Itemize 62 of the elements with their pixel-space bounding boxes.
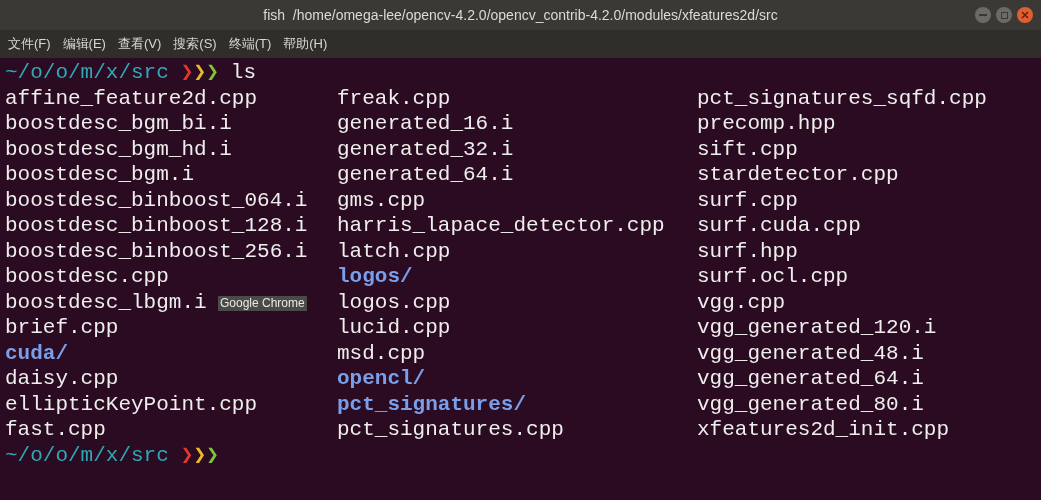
file-name: generated_64.i: [337, 162, 514, 188]
prompt-path: ~/o/o/m/x/src: [5, 60, 169, 86]
file-name: vgg_generated_64.i: [697, 366, 924, 392]
directory-name: logos/: [337, 264, 413, 290]
file-name: brief.cpp: [5, 315, 119, 341]
file-name: generated_32.i: [337, 136, 514, 162]
minimize-icon[interactable]: [975, 7, 991, 23]
menu-item[interactable]: 帮助(H): [283, 34, 328, 54]
tooltip: Google Chrome: [218, 296, 307, 311]
window-title: fish /home/omega-lee/opencv-4.2.0/opencv_contrib-4.2.0/modules/xfeatures2d/src: [263, 5, 778, 25]
menu-item[interactable]: 终端(T): [228, 34, 272, 54]
file-name: boostdesc_bgm_hd.i: [5, 136, 232, 162]
file-name: boostdesc.cpp: [5, 264, 169, 290]
file-name: vgg_generated_80.i: [697, 391, 924, 417]
file-name: latch.cpp: [337, 238, 451, 264]
file-name: harris_lapace_detector.cpp: [337, 213, 665, 239]
file-name: pct_signatures_sqfd.cpp: [697, 85, 987, 111]
maximize-icon[interactable]: [996, 7, 1012, 23]
file-name: generated_16.i: [337, 111, 514, 137]
prompt-arrow: ❯: [193, 442, 207, 468]
file-name: boostdesc_bgm.i: [5, 162, 195, 188]
file-name: xfeatures2d_init.cpp: [697, 417, 950, 443]
file-name: fast.cpp: [5, 417, 106, 443]
file-name: boostdesc_binboost_128.i: [5, 213, 308, 239]
directory-name: opencl/: [337, 366, 426, 392]
prompt-arrow: ❯: [206, 60, 219, 86]
menu-item[interactable]: 编辑(E): [62, 34, 106, 54]
file-name: sift.cpp: [697, 136, 798, 162]
close-icon[interactable]: [1017, 7, 1033, 23]
file-name: vgg_generated_48.i: [697, 340, 924, 366]
file-name: daisy.cpp: [5, 366, 119, 392]
file-name: vgg_generated_120.i: [697, 315, 937, 341]
file-name: surf.cpp: [697, 187, 798, 213]
file-name: surf.hpp: [697, 238, 798, 264]
file-name: boostdesc_lbgm.i: [5, 289, 207, 315]
file-name: lucid.cpp: [337, 315, 451, 341]
menu-item[interactable]: 查看(V): [117, 34, 162, 54]
file-name: logos.cpp: [337, 289, 451, 315]
file-name: ellipticKeyPoint.cpp: [5, 391, 258, 417]
prompt-path: ~/o/o/m/x/src: [5, 442, 169, 468]
file-name: precomp.hpp: [697, 111, 836, 137]
file-name: surf.ocl.cpp: [697, 264, 849, 290]
file-name: stardetector.cpp: [697, 162, 899, 188]
file-name: vgg.cpp: [697, 289, 786, 315]
menu-item[interactable]: 搜索(S): [173, 34, 217, 54]
menu-item[interactable]: 文件(F): [8, 34, 51, 54]
directory-name: cuda/: [5, 340, 68, 366]
directory-name: pct_signatures/: [337, 391, 527, 417]
prompt-arrow: ❯: [193, 60, 207, 86]
file-name: pct_signatures.cpp: [337, 417, 564, 443]
prompt-arrow: ❯: [180, 60, 194, 86]
file-name: surf.cuda.cpp: [697, 213, 861, 239]
file-name: freak.cpp: [337, 85, 451, 111]
command-text: ls: [230, 60, 256, 86]
file-name: msd.cpp: [337, 340, 426, 366]
file-name: affine_feature2d.cpp: [5, 85, 258, 111]
file-name: boostdesc_binboost_256.i: [5, 238, 308, 264]
prompt-arrow: ❯: [180, 442, 194, 468]
prompt-arrow: ❯: [206, 442, 219, 468]
file-name: boostdesc_binboost_064.i: [5, 187, 308, 213]
file-name: boostdesc_bgm_bi.i: [5, 111, 232, 137]
file-name: gms.cpp: [337, 187, 426, 213]
